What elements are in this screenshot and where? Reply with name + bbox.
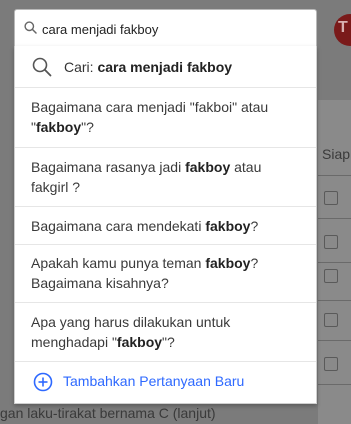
question-text: Apakah kamu punya teman fakboy? Bagaiman…: [31, 255, 259, 291]
background-checkbox: [324, 269, 338, 283]
question-suggestion[interactable]: Apa yang harus dilakukan untuk menghadap…: [15, 303, 316, 362]
background-checkbox: [324, 357, 338, 371]
question-suggestion[interactable]: Bagaimana cara menjadi "fakboi" atau "fa…: [15, 88, 316, 148]
add-question-label: Tambahkan Pertanyaan Baru: [63, 373, 245, 389]
avatar[interactable]: T: [334, 14, 351, 46]
background-checkbox: [324, 235, 338, 249]
search-suggestions-dropdown: Cari: cara menjadi fakboy Bagaimana cara…: [14, 46, 317, 404]
question-text: Apa yang harus dilakukan untuk menghadap…: [31, 314, 231, 350]
search-icon: [24, 21, 37, 39]
question-suggestion[interactable]: Bagaimana cara mendekati fakboy?: [15, 207, 316, 245]
question-text: Bagaimana rasanya jadi fakboy atau fakgi…: [31, 159, 262, 195]
question-text: Bagaimana cara menjadi "fakboi" atau "fa…: [31, 99, 269, 135]
divider: [318, 175, 351, 176]
background-checkbox: [324, 313, 338, 327]
search-for-query-label: Cari: cara menjadi fakboy: [64, 59, 233, 75]
question-suggestion[interactable]: Apakah kamu punya teman fakboy? Bagaiman…: [15, 245, 316, 303]
background-text-fragment: gan laku-tirakat bernama C (lanjut): [0, 405, 216, 421]
divider: [318, 218, 351, 219]
search-input[interactable]: [42, 19, 302, 39]
divider: [318, 384, 351, 385]
plus-circle-icon: [33, 372, 53, 397]
search-icon: [32, 57, 52, 82]
question-text: Bagaimana cara mendekati fakboy?: [31, 218, 259, 234]
background-checkbox: [324, 191, 338, 205]
add-question-button[interactable]: Tambahkan Pertanyaan Baru: [15, 362, 316, 402]
search-box[interactable]: [14, 9, 317, 47]
divider: [318, 262, 351, 263]
divider: [318, 340, 351, 341]
divider: [318, 300, 351, 301]
question-suggestion[interactable]: Bagaimana rasanya jadi fakboy atau fakgi…: [15, 148, 316, 207]
background-header-fragment: Siap: [322, 146, 351, 162]
search-for-query-item[interactable]: Cari: cara menjadi fakboy: [15, 46, 316, 88]
